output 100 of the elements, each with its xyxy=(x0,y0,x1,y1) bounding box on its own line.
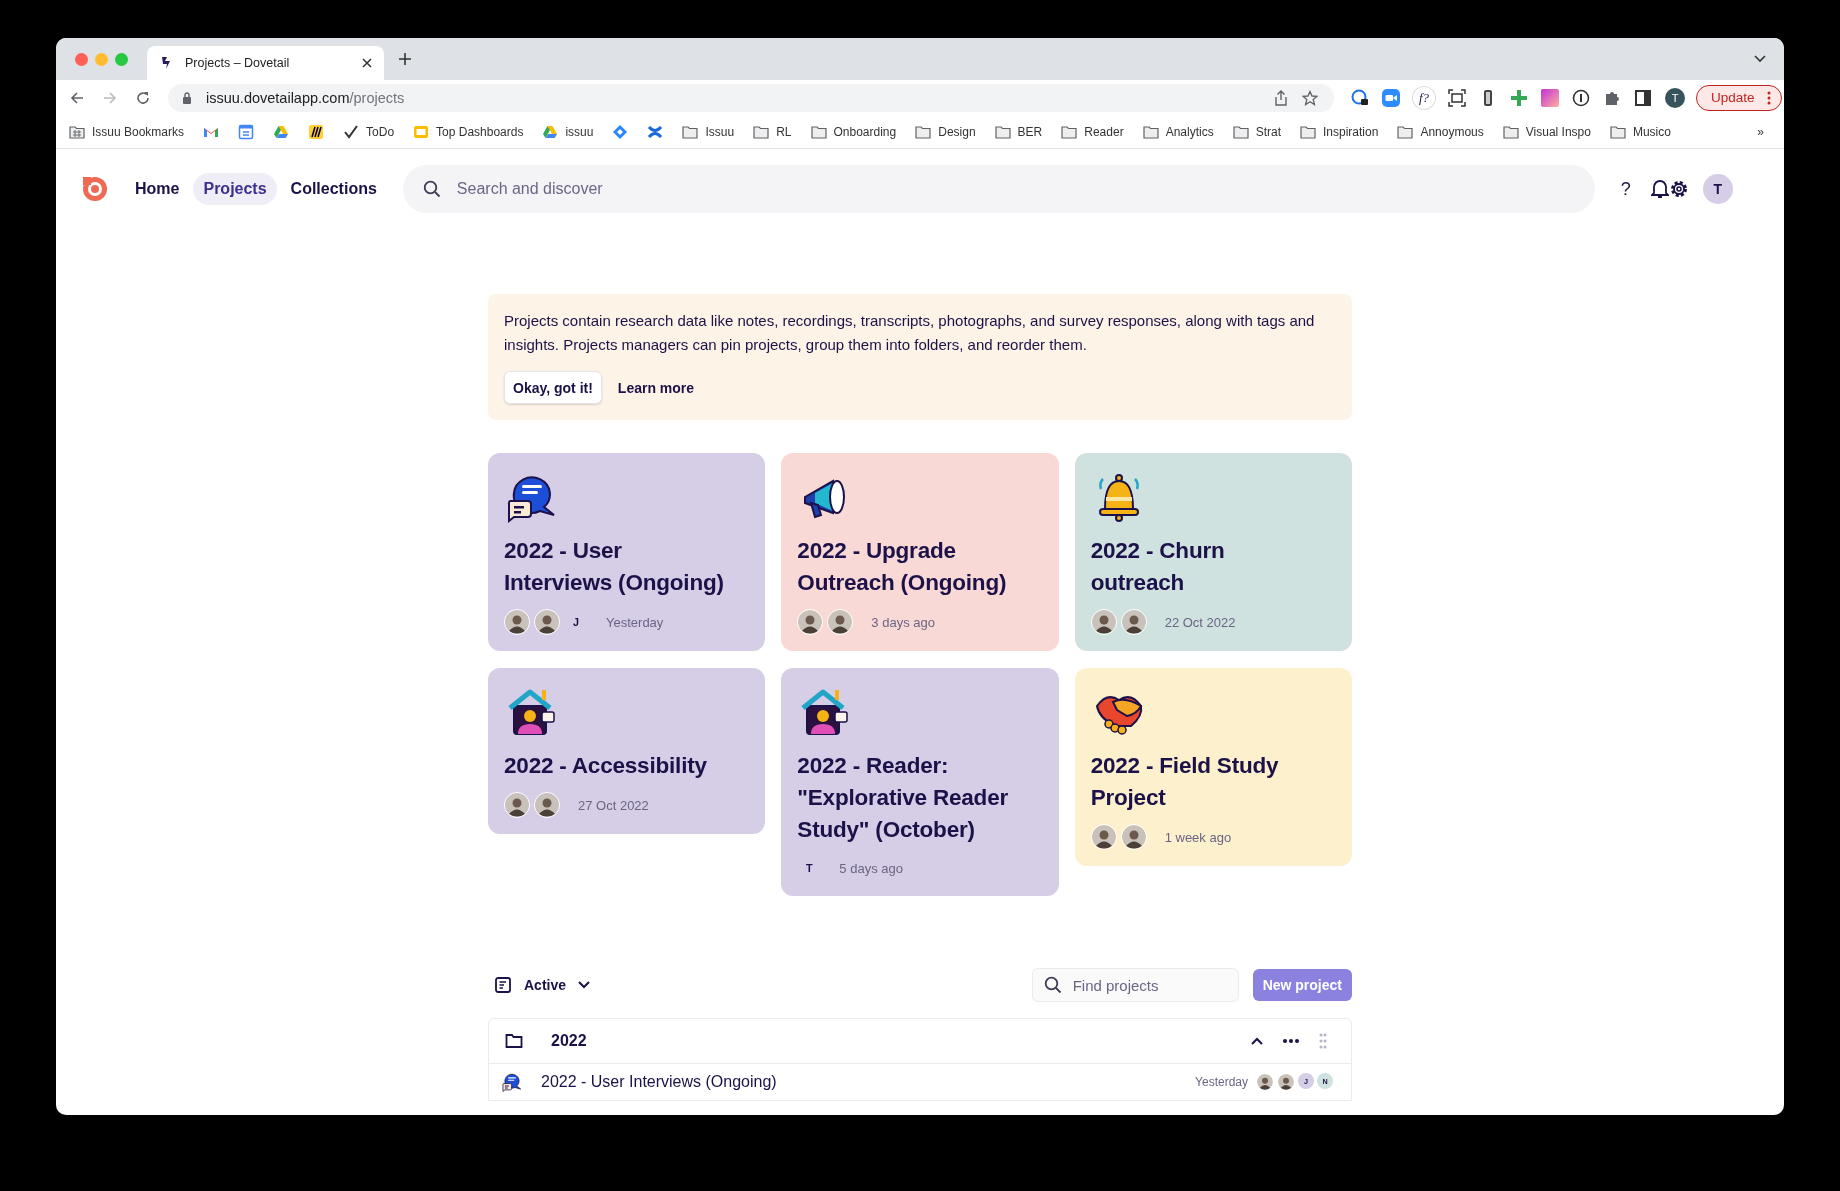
folder-name: 2022 xyxy=(551,1032,587,1050)
chevron-up-icon[interactable] xyxy=(1251,1037,1263,1045)
avatar xyxy=(797,609,824,635)
bookmark[interactable]: Top Dashboards xyxy=(413,123,524,140)
folder-icon xyxy=(994,123,1011,140)
status-filter-dropdown[interactable]: Active xyxy=(488,976,597,994)
project-card[interactable]: 2022 - Reader: "Explorative Reader Study" (October) T 5 days ago xyxy=(781,668,1059,896)
project-card[interactable]: 2022 - Upgrade Outreach (Ongoing) 3 days ago xyxy=(781,453,1059,651)
updated-date: 22 Oct 2022 xyxy=(1164,614,1236,630)
bookmark[interactable]: Visual Inspo xyxy=(1502,123,1591,140)
address-bar[interactable]: issuu.dovetailapp.com/projects xyxy=(168,83,1334,112)
settings-icon[interactable] xyxy=(1668,179,1689,199)
checkmark-icon xyxy=(343,123,360,140)
project-card[interactable]: 2022 - Accessibility 27 Oct 2022 xyxy=(488,668,766,834)
learn-more-link[interactable]: Learn more xyxy=(617,379,695,396)
chat-bubbles-icon xyxy=(501,1071,523,1093)
bookmark[interactable]: Musico xyxy=(1609,123,1671,140)
updated-date: 27 Oct 2022 xyxy=(578,797,649,813)
bookmark[interactable]: Annoymous xyxy=(1397,123,1484,140)
bookmark[interactable]: issuu xyxy=(542,123,594,140)
lock-circle-icon[interactable] xyxy=(1351,88,1369,107)
folder-icon xyxy=(505,1033,523,1049)
bookmark[interactable]: RL xyxy=(753,123,792,140)
bookmark[interactable]: Design xyxy=(915,123,976,140)
bookmark[interactable]: BER xyxy=(994,123,1043,140)
avatar xyxy=(534,609,560,635)
folder-icon xyxy=(1300,123,1316,140)
bookmark[interactable]: Analytics xyxy=(1142,123,1214,140)
folder-icon xyxy=(1502,123,1519,140)
update-button[interactable]: Update xyxy=(1696,84,1782,111)
project-title: 2022 - Upgrade Outreach (Ongoing) xyxy=(797,537,1008,597)
plus-icon[interactable] xyxy=(398,52,412,66)
folder-icon xyxy=(1609,123,1626,140)
banner-text: Projects contain research data like notes, recordings, transcripts, photographs, and survey responses, along with tags and insights. Projects managers can pin projects, group them into folders, and reorder them. xyxy=(504,311,1316,355)
slides-icon xyxy=(413,123,430,140)
nav-tab[interactable]: Collections xyxy=(280,173,387,205)
help-button[interactable]: ? xyxy=(1620,178,1631,200)
folder-icon xyxy=(1397,123,1414,140)
bookmark[interactable]: Reader xyxy=(1061,123,1124,140)
bookmark[interactable]: ToDo xyxy=(343,123,395,140)
avatar xyxy=(504,609,530,635)
bookmark[interactable]: Inspiration xyxy=(1300,123,1379,140)
gradient-square-icon[interactable] xyxy=(1541,88,1559,107)
drive-icon xyxy=(542,123,559,140)
calendar-icon xyxy=(238,123,255,140)
folder-icon xyxy=(682,123,699,140)
avatar xyxy=(1256,1073,1274,1091)
share-icon[interactable] xyxy=(1274,89,1288,106)
bookmark[interactable]: Issuu Bookmarks xyxy=(69,123,185,140)
reload-icon[interactable] xyxy=(135,89,151,106)
updated-date: 1 week ago xyxy=(1164,829,1232,845)
folder-icon xyxy=(1232,123,1249,140)
chevron-down-icon[interactable] xyxy=(1754,55,1766,63)
profile-avatar[interactable]: T xyxy=(1665,87,1685,108)
sidebar-icon[interactable] xyxy=(1634,88,1652,107)
bookmark[interactable]: Strat xyxy=(1232,123,1281,140)
list-icon xyxy=(494,976,512,994)
bookmark[interactable]: Onboarding xyxy=(810,123,897,140)
cross-icon[interactable] xyxy=(1510,88,1528,107)
browser-tab[interactable]: Projects – Dovetail xyxy=(147,46,384,80)
avatar xyxy=(504,792,530,818)
tab-title: Projects – Dovetail xyxy=(185,56,291,70)
folder-icon xyxy=(1142,123,1159,140)
folder-icon xyxy=(753,123,770,140)
project-title: 2022 - Churn outreach xyxy=(1090,537,1226,597)
project-card[interactable]: 2022 - Churn outreach 22 Oct 2022 xyxy=(1074,453,1352,651)
avatar-initial: J xyxy=(572,615,580,630)
more-icon[interactable] xyxy=(1283,1039,1299,1043)
video-camera-icon[interactable] xyxy=(1382,88,1400,107)
info-circle-icon[interactable] xyxy=(1572,88,1590,107)
project-title: 2022 - User Interviews (Ongoing) xyxy=(541,1073,777,1091)
dismiss-button[interactable]: Okay, got it! xyxy=(504,371,602,404)
close-icon[interactable] xyxy=(362,58,372,68)
logo-icon[interactable] xyxy=(81,175,109,203)
more-bookmarks-button[interactable]: » xyxy=(1757,124,1764,139)
drive-icon xyxy=(273,123,290,140)
updated-date: Yesterday xyxy=(1195,1075,1248,1089)
avatar xyxy=(1277,1073,1295,1091)
formula-extension-button[interactable]: f? xyxy=(1413,86,1435,109)
chevron-down-icon xyxy=(578,981,591,989)
diamond-icon xyxy=(612,123,629,140)
back-icon[interactable] xyxy=(69,89,85,106)
screenshot-icon[interactable] xyxy=(1448,88,1466,107)
more-vertical-icon xyxy=(1766,90,1771,105)
search-field[interactable]: Search and discover xyxy=(402,165,1595,213)
bell-notification-icon[interactable] xyxy=(1650,179,1669,199)
nav-tab[interactable]: Projects xyxy=(193,173,277,205)
bookmark[interactable]: Issuu xyxy=(682,123,735,140)
bookmark-icon-button[interactable] xyxy=(308,123,325,140)
drag-handle-icon[interactable] xyxy=(1319,1033,1327,1049)
cross-arrows-icon xyxy=(647,123,664,140)
project-card[interactable]: 2022 - Field Study Project 1 week ago xyxy=(1074,668,1352,866)
project-title: 2022 - Accessibility xyxy=(504,752,708,780)
nav-tab[interactable]: Home xyxy=(125,173,190,205)
user-avatar[interactable]: T xyxy=(1702,174,1733,204)
find-projects-field[interactable]: Find projects xyxy=(1031,968,1239,1002)
updated-date: Yesterday xyxy=(606,614,664,630)
lock-icon xyxy=(182,91,192,104)
project-card[interactable]: 2022 - User Interviews (Ongoing) J Yesterday xyxy=(488,453,766,651)
star-icon[interactable] xyxy=(1302,89,1318,106)
